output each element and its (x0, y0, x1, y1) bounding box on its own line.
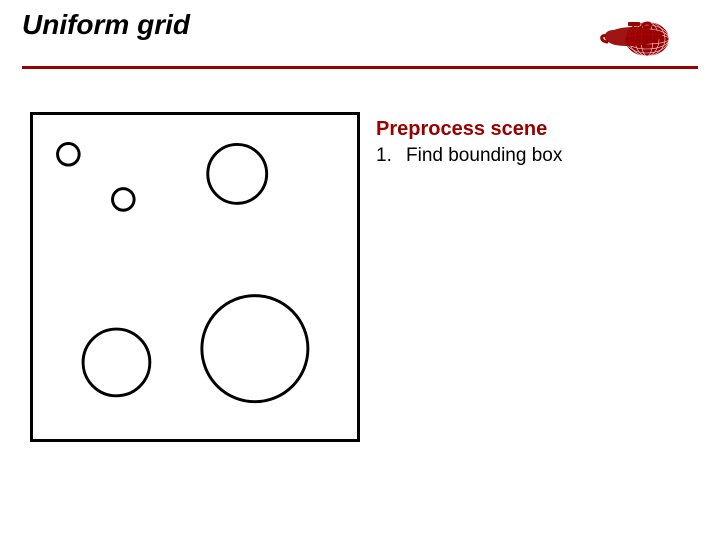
header-rule (22, 66, 698, 69)
steps-list: 1.Find bounding box (376, 145, 690, 167)
step-item: 1.Find bounding box (376, 145, 690, 167)
scene-object-circle (113, 189, 135, 211)
scene-object-circle (83, 329, 150, 396)
scene-object-circle (208, 144, 267, 203)
step-number: 1. (376, 145, 406, 167)
step-text: Find bounding box (406, 145, 562, 167)
scene-object-circle (58, 143, 80, 165)
scene-bounding-box (30, 112, 360, 442)
teapot-sphere-logo (600, 16, 672, 62)
section-title: Preprocess scene (376, 118, 690, 141)
scene-object-circle (202, 296, 308, 402)
content-column: Preprocess scene 1.Find bounding box (376, 118, 690, 167)
slide-title: Uniform grid (22, 10, 698, 41)
